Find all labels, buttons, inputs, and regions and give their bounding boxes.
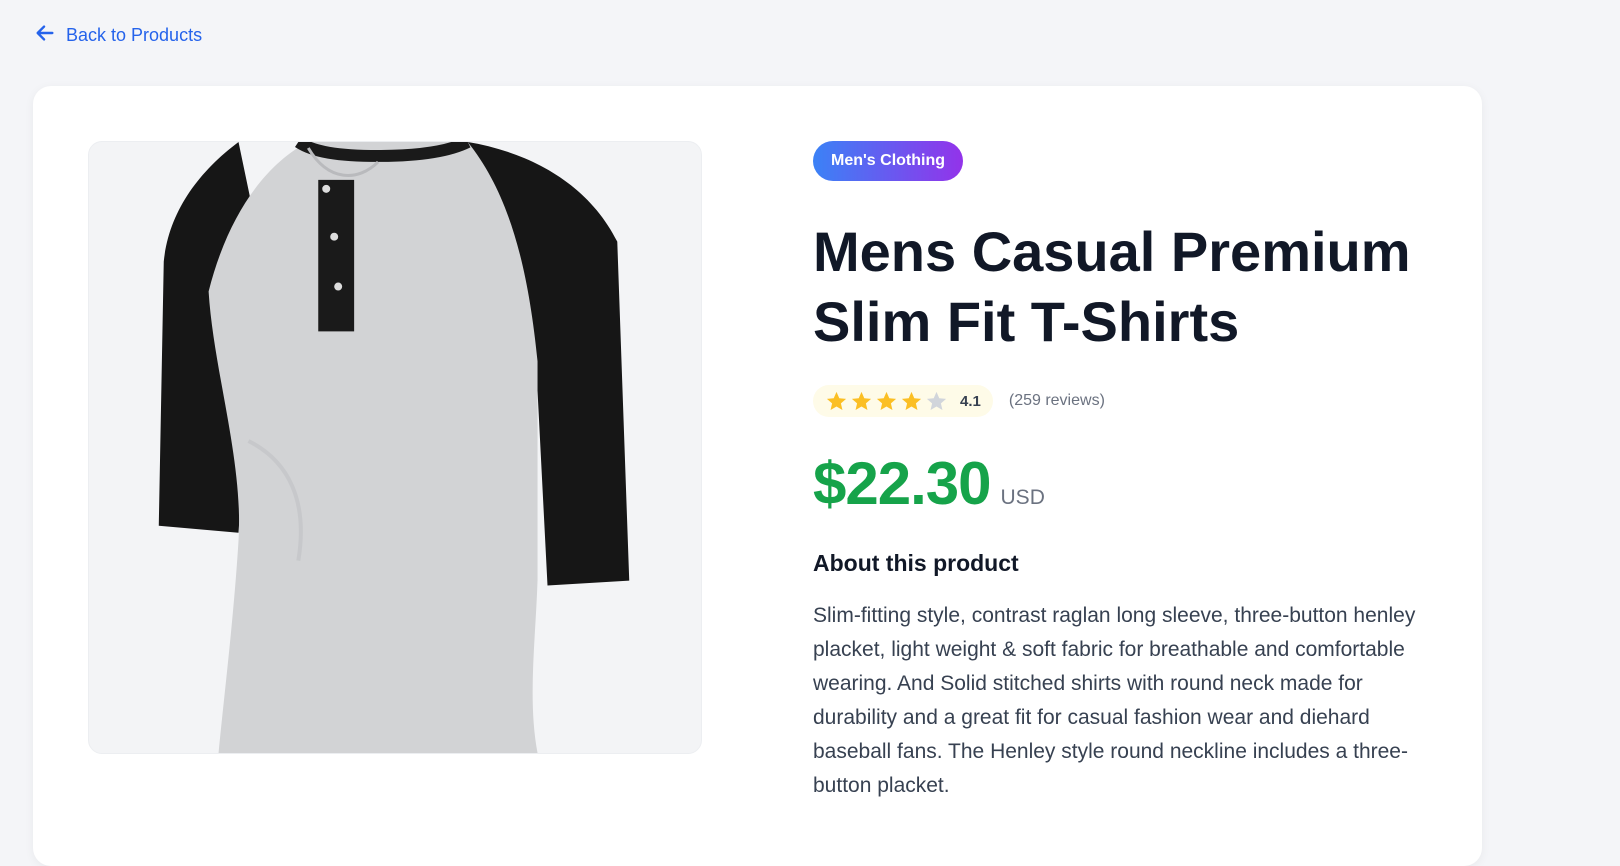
product-image (88, 141, 702, 754)
star-empty-icon (926, 391, 947, 410)
star-icon (826, 391, 847, 410)
price: $22.30 (813, 450, 992, 517)
rating-value: 4.1 (960, 392, 981, 410)
rating-pill: 4.1 (813, 385, 993, 417)
product-description: Slim-fitting style, contrast raglan long… (813, 604, 1416, 797)
currency: USD (1000, 486, 1045, 509)
star-icon (851, 391, 872, 410)
product-info: Men's Clothing Mens Casual Premium Slim … (813, 141, 1433, 803)
category-badge[interactable]: Men's Clothing (813, 141, 964, 181)
star-icon (876, 391, 897, 410)
product-title: Mens Casual Premium Slim Fit T-Shirts (813, 220, 1411, 353)
back-link-label: Back to Products (66, 25, 203, 45)
review-count: (259 reviews) (1008, 392, 1105, 409)
rating-row: 4.1 (259 reviews) (813, 385, 1433, 417)
star-icon (901, 391, 922, 410)
about-heading: About this product (813, 550, 1019, 576)
back-to-products-link[interactable]: Back to Products (34, 22, 202, 49)
product-card: Men's Clothing Mens Casual Premium Slim … (33, 86, 1482, 866)
arrow-left-icon (34, 22, 56, 49)
price-row: $22.30 USD (813, 449, 1433, 518)
